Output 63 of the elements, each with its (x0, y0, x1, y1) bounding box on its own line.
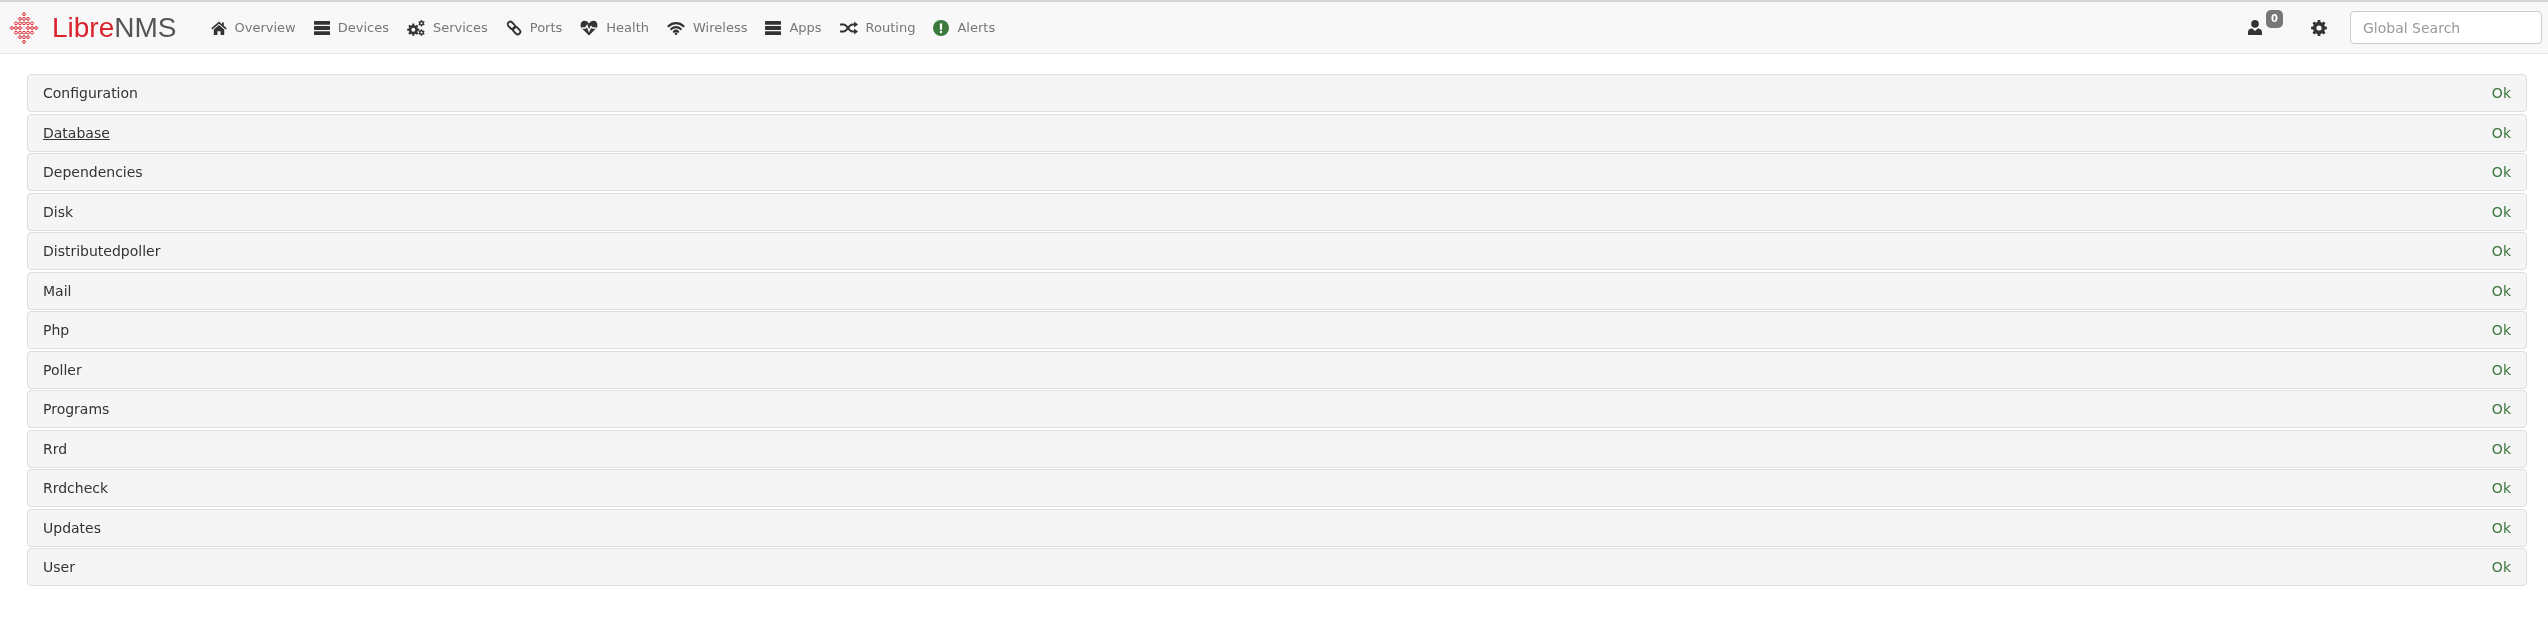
status-text: Ok (2491, 243, 2511, 259)
status-text: Ok (2491, 440, 2511, 457)
cogs-icon (406, 19, 425, 36)
check-name[interactable]: Updates (43, 519, 101, 536)
check-name[interactable]: Dependencies (43, 164, 143, 180)
check-name[interactable]: Rrd (43, 440, 68, 457)
chain-link-icon (505, 19, 522, 36)
status-text: Ok (2491, 559, 2511, 575)
check-name[interactable]: Poller (43, 361, 82, 378)
search-field[interactable]: Global Search (2350, 11, 2542, 44)
validation-row[interactable]: Programs Ok (27, 390, 2527, 428)
status-text: Ok (2491, 85, 2511, 101)
check-name[interactable]: Php (43, 322, 70, 338)
nav-menu-item[interactable]: Alerts (924, 2, 1005, 53)
check-name[interactable]: Programs (43, 401, 110, 417)
check-name[interactable]: Mail (43, 282, 72, 299)
exclamation-circle-icon (933, 19, 950, 36)
server-icon (313, 20, 330, 35)
logo-icon (10, 11, 38, 44)
status-text: Ok (2491, 401, 2511, 417)
status-text: Ok (2491, 124, 2511, 141)
check-name[interactable]: Configuration (43, 85, 138, 101)
validation-row[interactable]: Updates Ok (27, 508, 2527, 547)
logo-text[interactable]: LibreNMS (52, 11, 177, 44)
validation-row[interactable]: Rrdcheck Ok (27, 469, 2527, 507)
status-text: Ok (2491, 282, 2511, 299)
shuffle-icon (839, 20, 858, 35)
nav-menu-item[interactable]: Apps (756, 2, 831, 53)
nav-menu-item[interactable]: Ports (496, 2, 572, 53)
validation-row[interactable]: Poller Ok (27, 350, 2527, 389)
status-text: Ok (2491, 322, 2511, 338)
validation-row[interactable]: Php Ok (27, 311, 2527, 349)
nav-menu-item[interactable]: Routing (830, 2, 925, 53)
nav-menu-item[interactable]: Health (571, 2, 659, 53)
wifi-icon (667, 20, 686, 35)
settings-icon[interactable] (2311, 19, 2327, 36)
validation-row[interactable]: Mail Ok (27, 271, 2527, 310)
check-name[interactable]: Disk (43, 203, 74, 220)
nav-menu-item[interactable]: Wireless (658, 2, 757, 53)
check-name[interactable]: User (43, 559, 75, 575)
nav-menu-item[interactable]: Services (397, 2, 497, 53)
check-name[interactable]: Database (43, 124, 110, 141)
check-name[interactable]: Distributedpoller (43, 243, 161, 259)
status-text: Ok (2491, 361, 2511, 378)
nav-menu-item[interactable]: Devices (304, 2, 398, 53)
validation-row[interactable]: Rrd Ok (27, 429, 2527, 468)
validation-row[interactable]: Disk Ok (27, 192, 2527, 231)
check-name[interactable]: Rrdcheck (43, 480, 109, 496)
validation-row[interactable]: Distributedpoller Ok (27, 232, 2527, 270)
server-icon (765, 20, 782, 35)
user-icon[interactable] (2248, 20, 2263, 35)
validation-row[interactable]: Configuration Ok (27, 74, 2527, 112)
home-icon (210, 20, 227, 35)
status-text: Ok (2491, 480, 2511, 496)
validation-row[interactable]: User Ok (27, 548, 2527, 586)
status-text: Ok (2491, 164, 2511, 180)
nav-menu-item[interactable]: Overview (201, 2, 305, 53)
validation-row[interactable]: Dependencies Ok (27, 153, 2527, 191)
validation-row[interactable]: Database Ok (27, 113, 2527, 152)
status-text: Ok (2491, 519, 2511, 536)
notification-count-badge: 0 (2266, 9, 2283, 28)
status-text: Ok (2491, 203, 2511, 220)
heartbeat-icon (580, 19, 599, 36)
